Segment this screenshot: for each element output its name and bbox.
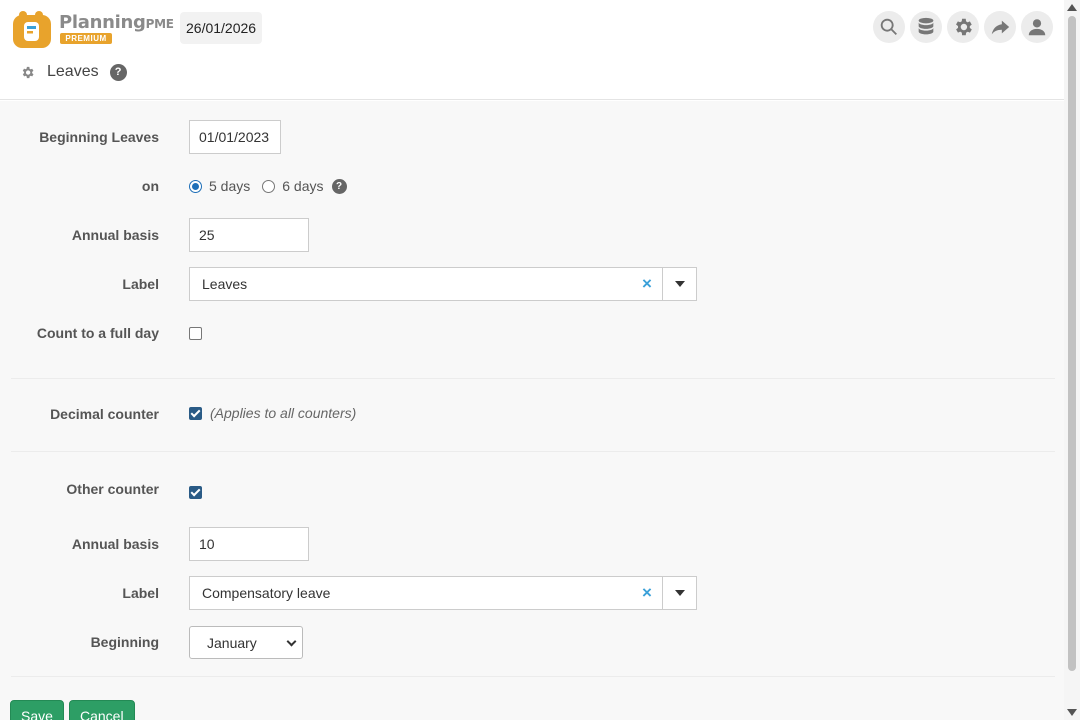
scroll-down-icon[interactable]: [1067, 709, 1077, 716]
top-header: PlanningPME PREMIUM 26/01/2026 Leaves ?: [0, 0, 1064, 100]
radio-6-days[interactable]: 6 days: [262, 178, 324, 194]
label-field-label: Label: [122, 276, 159, 292]
page-title: Leaves: [47, 63, 99, 80]
header-toolbar: [873, 11, 1053, 43]
other-counter-label: Other counter: [66, 481, 159, 497]
chevron-down-icon: [286, 636, 297, 647]
other-label-value: Compensatory leave: [202, 585, 331, 601]
radio-5-days-button[interactable]: [189, 179, 202, 193]
count-full-day-checkbox[interactable]: [189, 327, 202, 340]
leaves-section: Beginning Leaves 01/01/2023 on 5 days 6 …: [11, 101, 1055, 379]
other-counter-section: Other counter Annual basis 10 Label Comp…: [11, 453, 1055, 677]
search-button[interactable]: [873, 11, 905, 43]
count-full-day-label: Count to a full day: [36, 325, 159, 341]
other-counter-checkbox[interactable]: [189, 486, 202, 499]
annual-basis-input[interactable]: 25: [189, 218, 309, 252]
beginning-leaves-input[interactable]: 01/01/2023: [189, 120, 281, 154]
gear-icon: [956, 18, 972, 36]
decimal-counter-label: Decimal counter: [50, 406, 159, 422]
decimal-counter-checkbox[interactable]: [189, 406, 202, 420]
page-heading: Leaves ?: [20, 60, 127, 84]
caret-down-icon: [674, 590, 685, 596]
brand-name: PlanningPME: [59, 12, 174, 33]
search-icon: [880, 18, 897, 35]
radio-6-days-button[interactable]: [262, 179, 276, 193]
logo-mark-icon: [13, 11, 51, 48]
dropdown-toggle[interactable]: [662, 577, 696, 609]
radio-5-days[interactable]: 5 days: [189, 178, 250, 194]
decimal-counter-note: (Applies to all counters): [210, 405, 357, 421]
database-button[interactable]: [910, 11, 942, 43]
on-label: on: [141, 178, 159, 194]
radio-6-days-label: 6 days: [282, 178, 324, 194]
beginning-month-value: January: [207, 634, 257, 651]
beginning-month-select[interactable]: January: [189, 626, 303, 659]
annual-basis-label: Annual basis: [71, 227, 159, 243]
scroll-thumb[interactable]: [1068, 16, 1076, 671]
scroll-up-icon[interactable]: [1067, 4, 1077, 11]
other-label-select[interactable]: Compensatory leave ×: [189, 576, 697, 610]
help-icon[interactable]: ?: [109, 63, 127, 81]
clear-icon[interactable]: ×: [632, 274, 662, 294]
leave-label-select[interactable]: Leaves ×: [189, 267, 697, 301]
help-icon[interactable]: ?: [331, 178, 347, 194]
leave-label-value: Leaves: [202, 276, 248, 292]
other-annual-basis-label: Annual basis: [71, 536, 159, 552]
dropdown-toggle[interactable]: [662, 268, 696, 300]
beginning-leaves-label: Beginning Leaves: [39, 129, 159, 145]
settings-button[interactable]: [947, 11, 979, 43]
database-icon: [918, 17, 934, 35]
premium-badge: PREMIUM: [60, 33, 112, 44]
caret-down-icon: [674, 281, 685, 287]
radio-5-days-label: 5 days: [209, 178, 251, 194]
planningpme-logo[interactable]: PlanningPME PREMIUM: [12, 8, 174, 50]
clear-icon[interactable]: ×: [632, 583, 662, 603]
decimal-section: Decimal counter (Applies to all counters…: [11, 380, 1055, 452]
other-label-field-label: Label: [122, 585, 159, 601]
other-annual-basis-input[interactable]: 10: [189, 527, 309, 561]
share-button[interactable]: [984, 11, 1016, 43]
share-icon: [991, 20, 1010, 35]
cancel-button[interactable]: Cancel: [69, 700, 135, 720]
save-button[interactable]: Save: [10, 700, 64, 720]
current-date[interactable]: 26/01/2026: [180, 12, 263, 44]
settings-gear-icon: [20, 65, 35, 80]
user-icon: [1028, 19, 1046, 36]
vertical-scrollbar[interactable]: [1064, 0, 1080, 720]
leaves-settings-form: Beginning Leaves 01/01/2023 on 5 days 6 …: [0, 101, 1064, 720]
user-button[interactable]: [1021, 11, 1053, 43]
beginning-label: Beginning: [90, 634, 159, 650]
